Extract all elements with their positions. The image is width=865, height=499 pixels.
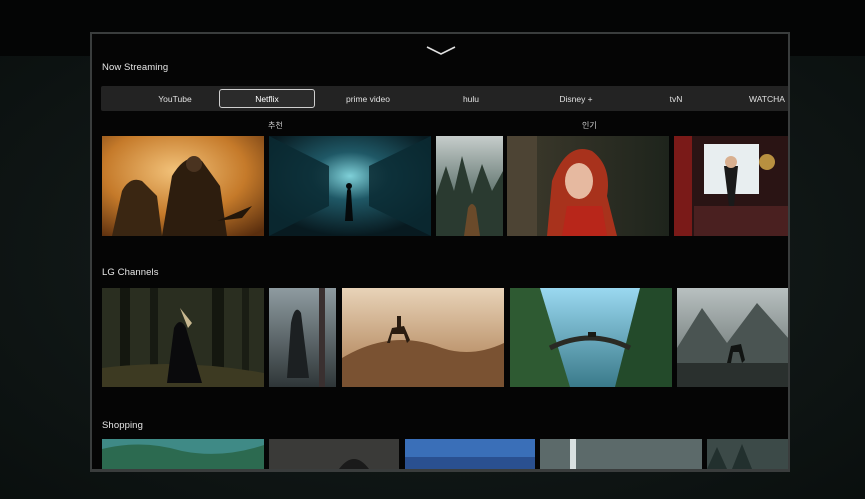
streaming-service-tabs: YouTube Netflix prime video hulu Disney …	[101, 86, 788, 111]
shopping-thumbnail-3[interactable]	[405, 439, 535, 469]
tab-tvn[interactable]: tvN	[656, 89, 696, 108]
chevron-down-icon[interactable]	[426, 46, 456, 56]
tab-hulu[interactable]: hulu	[446, 89, 496, 108]
now-streaming-title: Now Streaming	[102, 62, 169, 73]
tab-netflix[interactable]: Netflix	[219, 89, 315, 108]
shopping-thumbnail-5[interactable]	[707, 439, 788, 469]
channel-thumbnail-4[interactable]	[510, 288, 672, 387]
shopping-thumbnail-1[interactable]	[102, 439, 264, 469]
streaming-thumbnail-1[interactable]	[102, 136, 264, 236]
channel-thumbnail-1[interactable]	[102, 288, 264, 387]
shopping-thumbnail-2[interactable]	[269, 439, 399, 469]
channel-thumbnail-5[interactable]	[677, 288, 788, 387]
channel-thumbnail-2[interactable]	[269, 288, 336, 387]
tab-disney-plus[interactable]: Disney +	[546, 89, 606, 108]
channel-thumbnail-3[interactable]	[342, 288, 504, 387]
shopping-title: Shopping	[102, 420, 143, 431]
recommended-label: 추천	[268, 121, 283, 130]
tab-youtube[interactable]: YouTube	[141, 89, 209, 108]
lg-channels-title: LG Channels	[102, 267, 159, 278]
streaming-thumbnail-2[interactable]	[269, 136, 431, 236]
popular-label: 인기	[582, 121, 597, 130]
shopping-thumbnail-4[interactable]	[540, 439, 702, 469]
streaming-thumbnail-5[interactable]	[674, 136, 788, 236]
streaming-thumbnail-3[interactable]	[436, 136, 503, 236]
tab-watcha[interactable]: WATCHA	[749, 89, 788, 108]
tab-prime-video[interactable]: prime video	[333, 89, 403, 108]
streaming-thumbnail-4[interactable]	[507, 136, 669, 236]
tv-frame: Now Streaming YouTube Netflix prime vide…	[90, 32, 790, 472]
tv-screen: Now Streaming YouTube Netflix prime vide…	[92, 34, 788, 469]
